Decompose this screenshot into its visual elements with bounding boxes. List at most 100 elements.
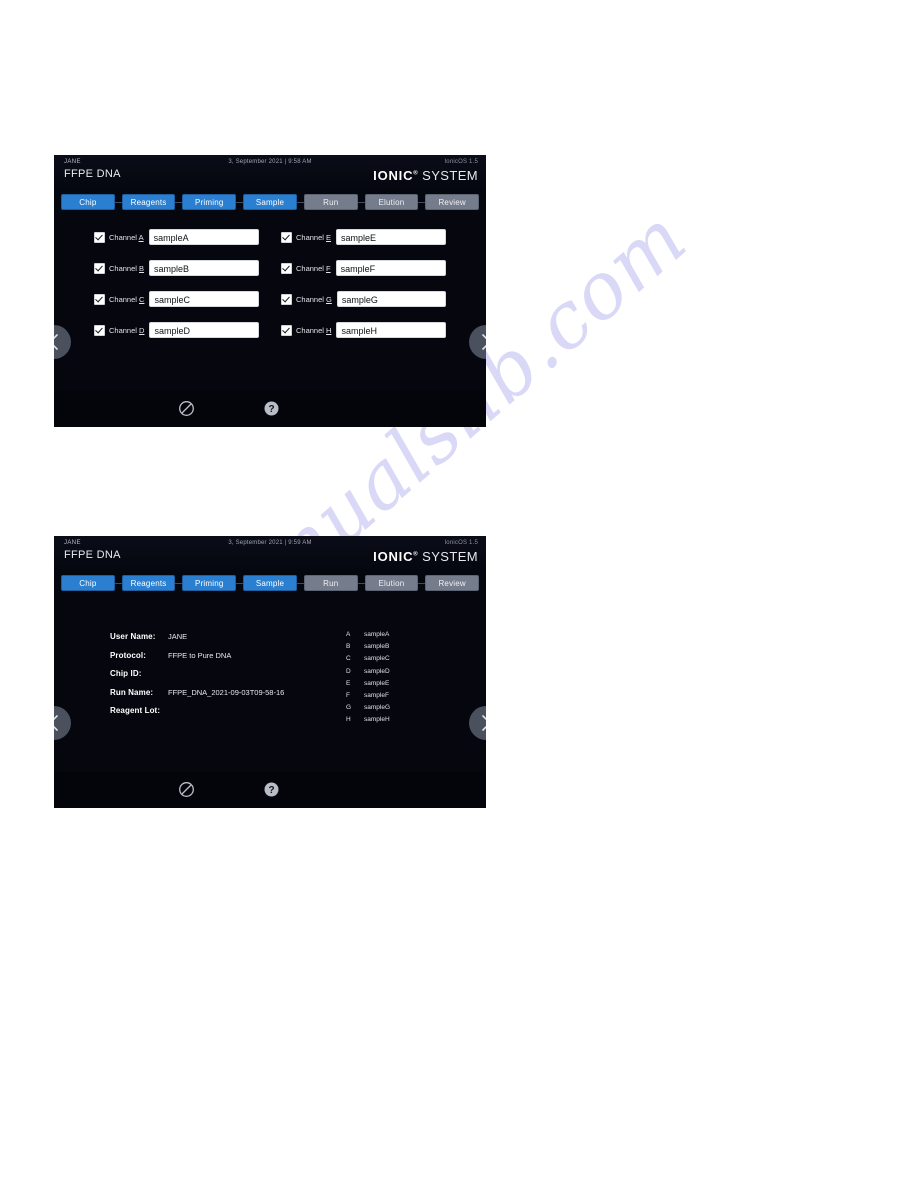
step-elution[interactable]: Elution bbox=[364, 194, 419, 210]
sample-channel-letter: C bbox=[346, 655, 351, 663]
channel-row-f: Channel F sampleF bbox=[281, 260, 446, 276]
step-chip[interactable]: Chip bbox=[61, 575, 115, 591]
channel-h-prefix: Channel bbox=[296, 325, 327, 335]
channel-f-checkbox[interactable] bbox=[281, 262, 292, 274]
sample-list-item: G sampleG bbox=[346, 704, 456, 711]
sample-list-item: A sampleA bbox=[346, 631, 456, 638]
step-reagents[interactable]: Reagents bbox=[121, 194, 176, 210]
channel-e-input[interactable]: sampleE bbox=[336, 229, 446, 245]
channel-row-g: Channel G sampleG bbox=[281, 291, 446, 307]
cancel-run-button[interactable] bbox=[178, 781, 195, 798]
summary-value: JANE bbox=[168, 632, 188, 641]
step-chip[interactable]: Chip bbox=[61, 194, 115, 210]
step-separator bbox=[296, 582, 304, 584]
step-priming[interactable]: Priming bbox=[182, 575, 237, 591]
channel-e-checkbox[interactable] bbox=[281, 231, 292, 243]
channel-c-input[interactable]: sampleC bbox=[149, 291, 259, 307]
channel-h-checkbox[interactable] bbox=[281, 324, 292, 336]
sample-channel-letter: E bbox=[346, 679, 351, 687]
channel-a-prefix: Channel bbox=[109, 232, 139, 242]
sample-assignment-list: A sampleA B sampleB C sampleC D sampleD … bbox=[346, 631, 456, 729]
next-page-button[interactable] bbox=[469, 706, 486, 740]
step-separator bbox=[357, 201, 365, 203]
sample-name: sampleB bbox=[364, 643, 390, 651]
workflow-step-bar: Chip Reagents Priming Sample Run Elution… bbox=[54, 572, 486, 594]
step-review[interactable]: Review bbox=[425, 575, 480, 591]
next-page-button[interactable] bbox=[469, 325, 486, 359]
step-priming[interactable]: Priming bbox=[182, 194, 237, 210]
step-separator bbox=[296, 201, 304, 203]
previous-page-button[interactable] bbox=[54, 706, 71, 740]
run-summary-list: User Name: JANE Protocol: FFPE to Pure D… bbox=[110, 632, 300, 725]
channel-c-label: Channel C bbox=[109, 295, 144, 304]
summary-key: Protocol: bbox=[110, 650, 147, 660]
sample-name: sampleA bbox=[364, 631, 390, 638]
step-sample[interactable]: Sample bbox=[243, 575, 297, 591]
step-separator bbox=[114, 201, 122, 203]
channel-h-key: H bbox=[326, 325, 332, 335]
channel-b-checkbox[interactable] bbox=[94, 262, 105, 274]
header-datetime: 3, September 2021 | 9:59 AM bbox=[228, 540, 312, 546]
summary-key: Chip ID: bbox=[110, 669, 142, 678]
sample-name: sampleD bbox=[364, 667, 390, 675]
channel-a-checkbox[interactable] bbox=[94, 231, 105, 243]
channel-c-checkbox[interactable] bbox=[94, 293, 105, 305]
sample-name: sampleH bbox=[364, 716, 390, 724]
step-separator bbox=[114, 582, 122, 584]
step-sample[interactable]: Sample bbox=[243, 194, 297, 210]
channel-f-prefix: Channel bbox=[296, 263, 327, 273]
channel-e-label: Channel E bbox=[296, 233, 331, 242]
channel-h-input[interactable]: sampleH bbox=[336, 322, 446, 338]
channel-d-key: D bbox=[139, 325, 145, 335]
step-reagents[interactable]: Reagents bbox=[121, 575, 176, 591]
chevron-left-icon bbox=[54, 334, 58, 350]
header-protocol-title: FFPE DNA bbox=[64, 168, 121, 180]
channel-row-a: Channel A sampleA bbox=[94, 229, 259, 245]
channel-a-input[interactable]: sampleA bbox=[148, 229, 259, 245]
channel-g-checkbox[interactable] bbox=[281, 293, 292, 305]
channel-d-input[interactable]: sampleD bbox=[149, 322, 259, 338]
channel-b-key: B bbox=[139, 263, 145, 273]
sample-list-item: C sampleC bbox=[346, 655, 456, 662]
step-separator bbox=[175, 582, 183, 584]
step-run[interactable]: Run bbox=[303, 194, 358, 210]
channel-f-key: F bbox=[326, 263, 331, 273]
step-review[interactable]: Review bbox=[425, 194, 480, 210]
previous-page-button[interactable] bbox=[54, 325, 71, 359]
brand-logo: IONIC® SYSTEM bbox=[373, 168, 478, 183]
channel-b-input[interactable]: sampleB bbox=[149, 260, 259, 276]
step-run[interactable]: Run bbox=[303, 575, 358, 591]
header-os-version: IonicOS 1.5 bbox=[444, 159, 478, 165]
brand-logo: IONIC® SYSTEM bbox=[373, 549, 478, 564]
prohibited-icon bbox=[179, 401, 194, 416]
channel-g-prefix: Channel bbox=[296, 294, 327, 304]
step-separator bbox=[418, 582, 426, 584]
channel-f-input[interactable]: sampleF bbox=[335, 260, 446, 276]
sample-name: sampleG bbox=[364, 704, 391, 712]
channel-e-key: E bbox=[326, 232, 332, 242]
channel-h-label: Channel H bbox=[296, 326, 331, 335]
brand-suffix: SYSTEM bbox=[418, 549, 478, 564]
channel-d-label: Channel D bbox=[109, 326, 144, 335]
channel-a-key: A bbox=[138, 232, 144, 242]
sample-channel-letter: G bbox=[346, 704, 352, 712]
header-datetime: 3, September 2021 | 9:58 AM bbox=[228, 159, 312, 165]
summary-row-chip-id: Chip ID: bbox=[110, 669, 300, 678]
screen-body: User Name: JANE Protocol: FFPE to Pure D… bbox=[54, 594, 486, 772]
cancel-run-button[interactable] bbox=[178, 400, 195, 417]
channel-d-checkbox[interactable] bbox=[94, 324, 105, 336]
device-screen-review: JANE 3, September 2021 | 9:59 AM IonicOS… bbox=[54, 536, 486, 808]
help-button[interactable]: ? bbox=[263, 781, 280, 798]
channel-c-key: C bbox=[139, 294, 145, 304]
sample-channel-letter: H bbox=[346, 716, 351, 724]
header-protocol-title: FFPE DNA bbox=[64, 549, 121, 561]
channel-g-input[interactable]: sampleG bbox=[336, 291, 446, 307]
help-button[interactable]: ? bbox=[263, 400, 280, 417]
step-elution[interactable]: Elution bbox=[364, 575, 419, 591]
screen-body: Channel A sampleA Channel E sampleE Chan… bbox=[54, 213, 486, 391]
svg-text:?: ? bbox=[268, 785, 274, 796]
sample-name: sampleC bbox=[364, 655, 390, 663]
channel-d-prefix: Channel bbox=[109, 325, 140, 335]
prohibited-icon bbox=[179, 782, 194, 797]
summary-row-user-name: User Name: JANE bbox=[110, 632, 300, 641]
